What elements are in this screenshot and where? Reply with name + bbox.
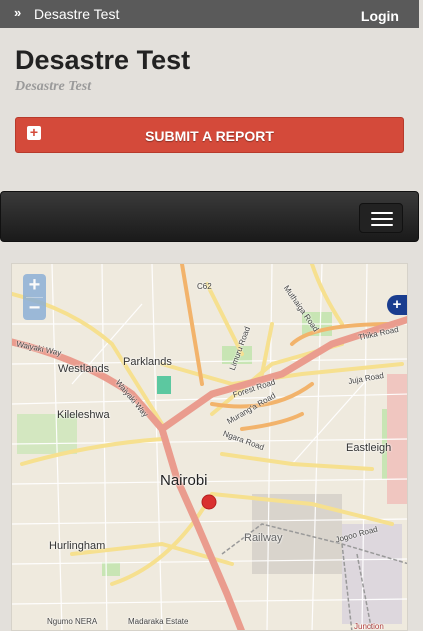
menu-toggle-button[interactable] <box>359 203 403 233</box>
map-label-hurlingham: Hurlingham <box>49 540 106 552</box>
map-label-railway: Railway <box>244 532 283 544</box>
hamburger-icon-bar <box>371 224 393 226</box>
zoom-divider <box>26 297 43 298</box>
zoom-control: + − <box>23 274 46 320</box>
map-label-c62: C62 <box>197 282 212 291</box>
map-label-junction: Junction <box>354 622 384 631</box>
map-label-madaraka: Madaraka Estate <box>128 617 189 626</box>
map-label-parklands: Parklands <box>123 356 172 368</box>
map-view[interactable]: + − + C62 Westlands Parklands Kileleshwa… <box>11 263 408 631</box>
submit-report-button[interactable]: + SUBMIT A REPORT <box>15 117 404 153</box>
map-label-nairobi: Nairobi <box>160 472 208 489</box>
main-navbar <box>0 191 419 242</box>
site-tagline: Desastre Test <box>15 79 92 94</box>
hamburger-icon-bar <box>371 212 393 214</box>
map-label-ngumo: Ngumo NERA <box>47 617 98 626</box>
login-link[interactable]: Login <box>361 8 399 24</box>
map-label-westlands: Westlands <box>58 363 110 375</box>
hamburger-icon-bar <box>371 218 393 220</box>
site-title[interactable]: Desastre Test <box>15 45 190 76</box>
map-label-kileleshwa: Kileleshwa <box>57 409 110 421</box>
submit-report-label: SUBMIT A REPORT <box>145 128 274 144</box>
site-name-link[interactable]: Desastre Test <box>34 6 119 22</box>
map-label-eastleigh: Eastleigh <box>346 442 392 454</box>
double-chevron-icon: » <box>14 5 21 20</box>
layers-control-button[interactable]: + <box>387 295 407 315</box>
report-marker[interactable] <box>201 494 217 510</box>
top-bar: » Desastre Test Login <box>0 0 419 28</box>
zoom-out-button[interactable]: − <box>23 297 46 320</box>
zoom-in-button[interactable]: + <box>23 274 46 297</box>
